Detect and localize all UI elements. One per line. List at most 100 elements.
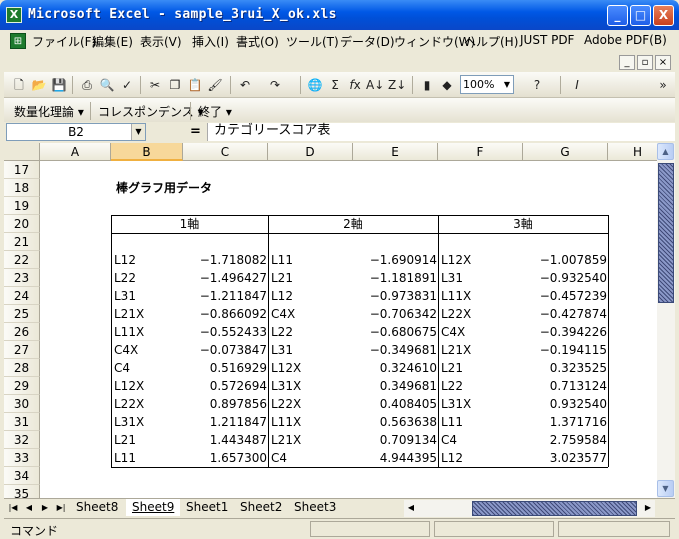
table-cell-label[interactable]: L22X <box>271 395 301 413</box>
horizontal-scrollbar[interactable]: ◀ ▶ <box>404 500 655 517</box>
table-cell-label[interactable]: L31X <box>271 377 301 395</box>
table-cell-value[interactable]: −1.690914 <box>337 251 437 269</box>
paste-icon[interactable]: 📋 <box>186 76 204 94</box>
first-sheet-icon[interactable]: |◀ <box>6 501 20 515</box>
table-cell-label[interactable]: C4 <box>271 449 287 467</box>
table-cell-value[interactable]: 0.516929 <box>167 359 267 377</box>
table-cell-label[interactable]: L21 <box>114 431 136 449</box>
table-cell-value[interactable]: −0.349681 <box>337 341 437 359</box>
column-header-c[interactable]: C <box>183 143 268 161</box>
table-cell-label[interactable]: L22 <box>271 323 293 341</box>
table-cell-value[interactable]: −0.394226 <box>507 323 607 341</box>
table-cell-value[interactable]: −0.194115 <box>507 341 607 359</box>
table-cell-label[interactable]: L11 <box>114 449 136 467</box>
excel-app-icon[interactable]: X <box>6 7 22 23</box>
table-cell-label[interactable]: C4 <box>114 359 130 377</box>
new-icon[interactable]: 🗋 <box>10 76 28 94</box>
table-cell-label[interactable]: L12X <box>271 359 301 377</box>
column-header-e[interactable]: E <box>353 143 438 161</box>
help-icon[interactable]: ? <box>528 76 546 94</box>
table-cell-label[interactable]: L11X <box>271 413 301 431</box>
table-cell-value[interactable]: 0.323525 <box>507 359 607 377</box>
table-cell-label[interactable]: L31X <box>441 395 471 413</box>
row-header-18[interactable]: 18 <box>4 179 40 197</box>
table-cell-label[interactable]: L11X <box>441 287 471 305</box>
sheet-tab-sheet8[interactable]: Sheet8 <box>70 499 124 516</box>
table-cell-value[interactable]: 1.657300 <box>167 449 267 467</box>
table-cell-value[interactable]: 0.932540 <box>507 395 607 413</box>
table-cell-label[interactable]: L21 <box>271 269 293 287</box>
table-cell-value[interactable]: −0.457239 <box>507 287 607 305</box>
table-cell-value[interactable]: 0.572694 <box>167 377 267 395</box>
column-header-b[interactable]: B <box>111 143 183 161</box>
table-cell-label[interactable]: L31 <box>271 341 293 359</box>
row-header-17[interactable]: 17 <box>4 161 40 179</box>
table-cell-label[interactable]: L12 <box>441 449 463 467</box>
table-cell-label[interactable]: C4X <box>441 323 465 341</box>
menu-tools[interactable]: ツール(T) <box>286 33 339 50</box>
row-header-26[interactable]: 26 <box>4 323 40 341</box>
menu-format[interactable]: 書式(O) <box>236 33 279 50</box>
row-header-20[interactable]: 20 <box>4 215 40 233</box>
sort-ascending-icon[interactable]: A↓ <box>366 76 384 94</box>
table-cell-value[interactable]: 0.897856 <box>167 395 267 413</box>
sheet-tab-sheet3[interactable]: Sheet3 <box>288 499 342 516</box>
table-cell-label[interactable]: L12 <box>114 251 136 269</box>
scroll-right-button[interactable]: ▶ <box>641 501 655 515</box>
table-cell-value[interactable]: 0.709134 <box>337 431 437 449</box>
table-cell-label[interactable]: L21X <box>271 431 301 449</box>
table-cell-value[interactable]: 1.443487 <box>167 431 267 449</box>
undo-icon[interactable]: ↶ <box>236 76 254 94</box>
doc-minimize-button[interactable]: _ <box>619 55 635 70</box>
row-header-30[interactable]: 30 <box>4 395 40 413</box>
table-cell-value[interactable]: −0.073847 <box>167 341 267 359</box>
table-cell-value[interactable]: −1.181891 <box>337 269 437 287</box>
table-cell-label[interactable]: L31 <box>114 287 136 305</box>
formula-input[interactable]: カテゴリースコア表 <box>207 123 675 141</box>
sheet-tab-sheet2[interactable]: Sheet2 <box>234 499 288 516</box>
table-cell-value[interactable]: 0.349681 <box>337 377 437 395</box>
table-cell-value[interactable]: −0.427874 <box>507 305 607 323</box>
row-header-23[interactable]: 23 <box>4 269 40 287</box>
autosum-icon[interactable]: Σ <box>326 76 344 94</box>
table-cell-label[interactable]: L11X <box>114 323 144 341</box>
column-header-h[interactable]: H <box>608 143 657 161</box>
row-header-29[interactable]: 29 <box>4 377 40 395</box>
redo-icon[interactable]: ↷ <box>266 76 284 94</box>
table-cell-label[interactable]: L11 <box>271 251 293 269</box>
chevron-down-icon[interactable]: ▼ <box>131 124 145 140</box>
row-header-22[interactable]: 22 <box>4 251 40 269</box>
table-cell-label[interactable]: C4X <box>271 305 295 323</box>
spellcheck-icon[interactable]: ✓ <box>118 76 136 94</box>
table-cell-value[interactable]: 1.371716 <box>507 413 607 431</box>
table-cell-label[interactable]: L21X <box>114 305 144 323</box>
column-header-d[interactable]: D <box>268 143 353 161</box>
chevron-down-icon[interactable]: ▼ <box>501 76 513 93</box>
prev-sheet-icon[interactable]: ◀ <box>22 501 36 515</box>
table-cell-value[interactable]: −0.680675 <box>337 323 437 341</box>
table-cell-label[interactable]: L21 <box>441 359 463 377</box>
row-header-33[interactable]: 33 <box>4 449 40 467</box>
workbook-icon[interactable]: ⊞ <box>10 33 26 49</box>
table-cell-value[interactable]: −1.007859 <box>507 251 607 269</box>
close-button[interactable]: X <box>653 5 674 26</box>
table-cell-value[interactable]: 1.211847 <box>167 413 267 431</box>
menu-adobe-pdf[interactable]: Adobe PDF(B) <box>584 33 667 47</box>
table-cell-label[interactable]: L22 <box>441 377 463 395</box>
worksheet-grid[interactable]: A B C D E F G H 17 18 19 20 21 22 23 24 25 26 27 28 29 30 31 32… <box>4 143 657 498</box>
next-sheet-icon[interactable]: ▶ <box>38 501 52 515</box>
last-sheet-icon[interactable]: ▶| <box>54 501 68 515</box>
cut-icon[interactable]: ✂ <box>146 76 164 94</box>
menu-insert[interactable]: 挿入(I) <box>192 33 229 50</box>
minimize-button[interactable]: _ <box>607 5 628 26</box>
column-header-f[interactable]: F <box>438 143 523 161</box>
scroll-left-button[interactable]: ◀ <box>404 501 418 515</box>
table-cell-value[interactable]: 0.563638 <box>337 413 437 431</box>
table-cell-value[interactable]: −1.496427 <box>167 269 267 287</box>
sheet-tab-sheet1[interactable]: Sheet1 <box>180 499 234 516</box>
table-cell-label[interactable]: L12 <box>271 287 293 305</box>
scroll-up-button[interactable]: ▲ <box>657 143 674 160</box>
table-cell-value[interactable]: −1.211847 <box>167 287 267 305</box>
row-header-24[interactable]: 24 <box>4 287 40 305</box>
table-cell-value[interactable]: 0.324610 <box>337 359 437 377</box>
